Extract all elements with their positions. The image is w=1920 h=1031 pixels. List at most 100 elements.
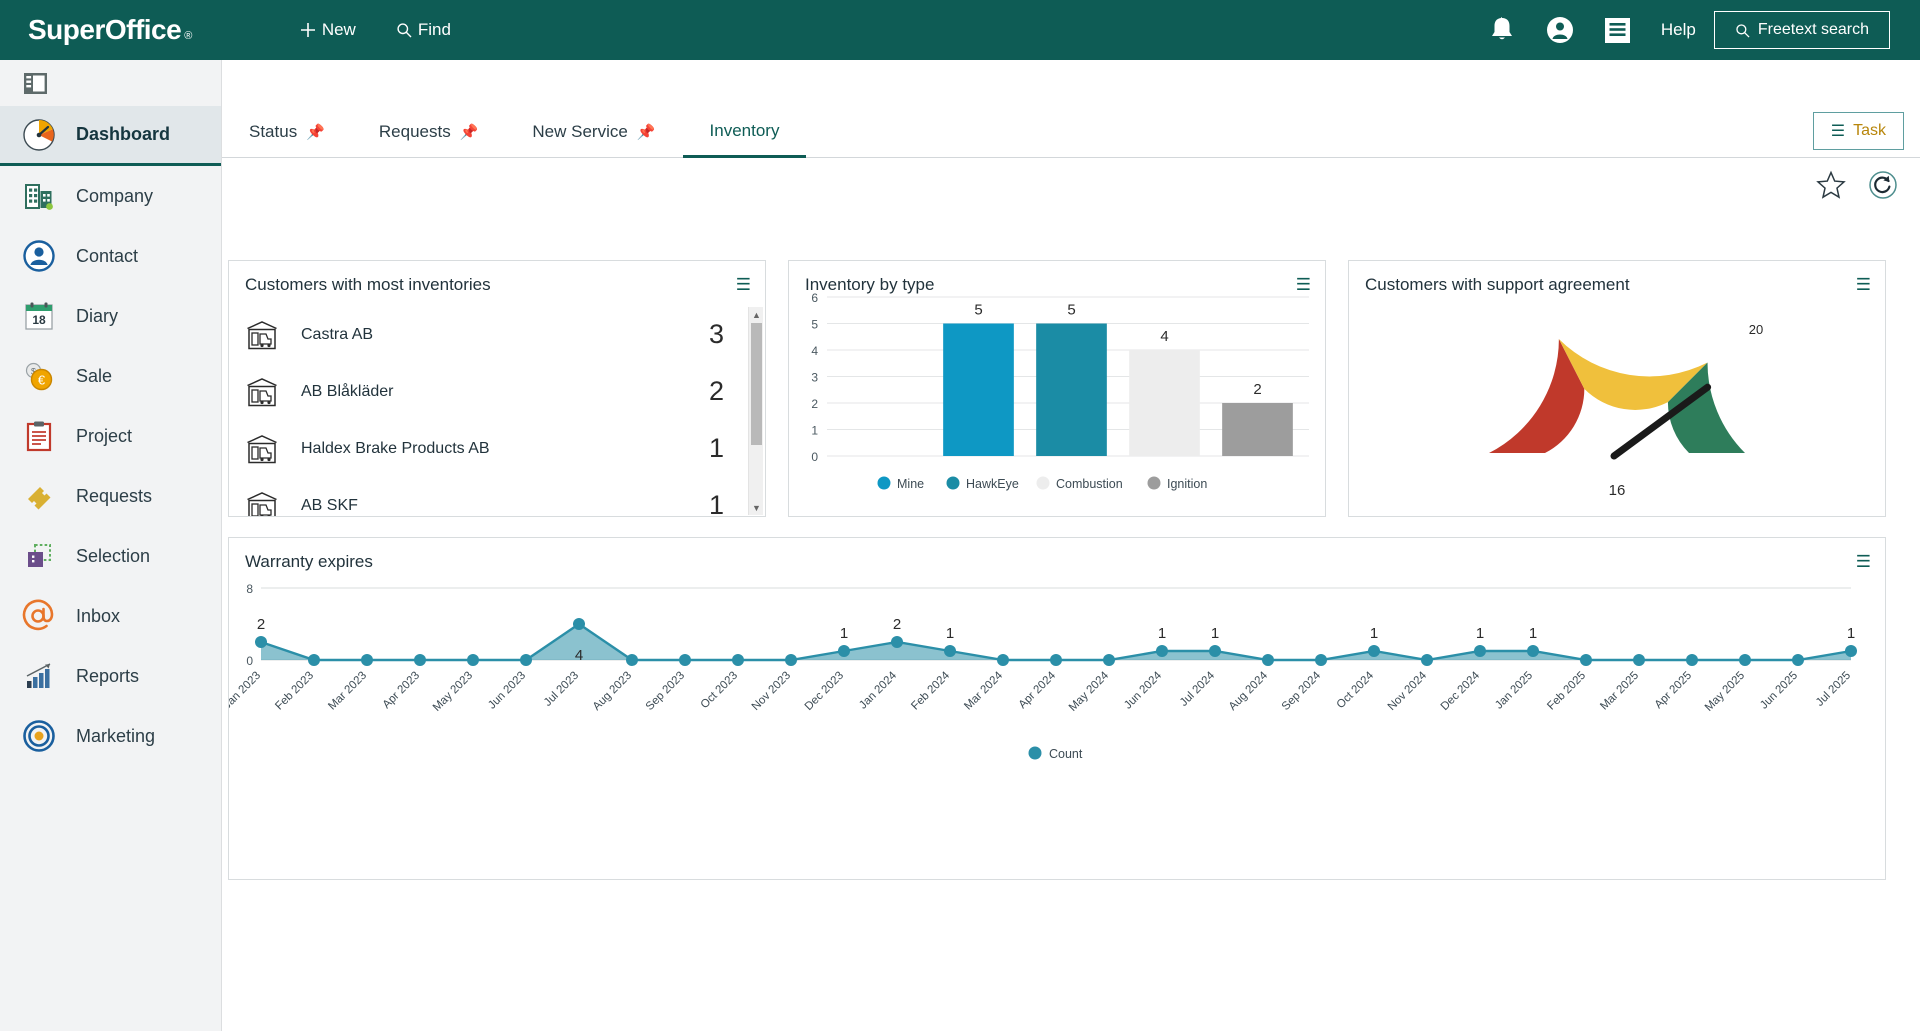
x-axis-tick-label: Nov 2023 [750,670,793,713]
data-label: 1 [1211,625,1219,642]
refresh-button[interactable] [1868,170,1898,200]
header-actions: Help Freetext search [1473,11,1920,49]
data-point [732,654,744,666]
sidebar-item-contact[interactable]: Contact [0,226,221,286]
data-label: 2 [257,616,265,633]
data-point [308,654,320,666]
calendar-icon: 18 [22,299,56,333]
list-item[interactable]: AB SKF 1 [230,477,766,516]
list-scrollbar[interactable]: ▲ ▼ [748,307,763,515]
task-button[interactable]: ☰ Task [1812,112,1904,150]
data-point [414,654,426,666]
list-item[interactable]: AB Blåkläder 2 [230,363,766,420]
warehouse-icon [245,433,279,465]
x-axis-tick-label: May 2024 [1067,669,1112,714]
notification-bell-icon [1491,17,1512,40]
svg-text:Mine: Mine [897,477,924,491]
svg-text:HawkEye: HawkEye [966,477,1019,491]
bar-hawkeye [1036,323,1107,456]
sidebar-item-label: Project [76,425,133,446]
sidebar-item-selection[interactable]: Selection [0,526,221,586]
data-label: 1 [946,625,954,642]
pin-icon[interactable]: 📌 [306,123,325,141]
find-button[interactable]: Find [396,20,451,40]
card-menu-icon[interactable]: ☰ [736,276,751,293]
x-axis-tick-label: Nov 2024 [1386,669,1430,713]
svg-text:5: 5 [1067,302,1075,319]
data-point [785,654,797,666]
favorite-button[interactable] [1816,170,1846,200]
scroll-up-arrow-icon[interactable]: ▲ [749,307,764,322]
tab-new-service[interactable]: New Service 📌 [505,106,682,158]
freetext-search-label: Freetext search [1757,21,1869,38]
notifications-button[interactable] [1473,16,1531,44]
main-menu-button[interactable] [1589,17,1647,44]
x-axis-tick-label: Apr 2023 [381,670,422,711]
freetext-search-button[interactable]: Freetext search [1713,11,1890,49]
legend-dot [1028,746,1042,760]
x-axis-tick-label: May 2023 [431,670,475,714]
customer-name: AB Blåkläder [301,382,394,400]
sidebar-item-dashboard[interactable]: Dashboard [0,106,221,166]
gauge-value-label: 16 [1609,482,1626,499]
sidebar-item-inbox[interactable]: Inbox [0,586,221,646]
data-point [1527,645,1539,657]
sidebar-item-marketing[interactable]: Marketing [0,706,221,766]
new-button[interactable]: New [300,20,356,40]
data-point [1050,654,1062,666]
customer-name: Castra AB [301,325,374,343]
tab-status[interactable]: Status 📌 [222,106,352,158]
target-icon [22,719,56,753]
sidebar-item-diary[interactable]: 18 Diary [0,286,221,346]
sidebar-item-project[interactable]: Project [0,406,221,466]
x-axis-tick-label: Jul 2025 [1814,670,1853,709]
bar-mine [943,323,1014,456]
data-point [679,654,691,666]
search-icon [1736,23,1750,38]
data-point [1315,654,1327,666]
superoffice-logo[interactable]: SuperOffice ® [28,14,192,46]
data-label: 1 [1529,625,1537,642]
data-point [1209,645,1221,657]
sidebar-item-label: Sale [76,365,113,386]
sidebar-collapse-button[interactable] [0,60,221,106]
tab-inventory[interactable]: Inventory [682,106,807,158]
x-axis-tick-label: Oct 2023 [699,670,740,711]
find-button-label: Find [417,20,451,39]
x-axis-tick-label: Jun 2024 [1122,669,1164,711]
tab-requests[interactable]: Requests 📌 [352,106,506,158]
card-customers-with-most-inventories: Customers with most inventories ☰ Castra… [228,260,766,517]
left-sidebar: Dashboard Company Contact 18 Diary $ € S… [0,60,222,1031]
sidebar-item-reports[interactable]: Reports [0,646,221,706]
list-item[interactable]: Haldex Brake Products AB 1 [230,420,766,477]
customers-list[interactable]: Castra AB 3 AB Blåkläder 2 Haldex Brake … [230,306,766,516]
list-item[interactable]: Castra AB 3 [230,306,766,363]
scrollbar-thumb[interactable] [751,323,762,445]
data-point [891,636,903,648]
sidebar-item-company[interactable]: Company [0,166,221,226]
x-axis-tick-label: Jun 2025 [1758,670,1800,712]
sidebar-item-label: Inbox [76,605,121,626]
data-point [1262,654,1274,666]
user-profile-icon [1546,17,1573,43]
data-point [1633,654,1645,666]
svg-text:Combustion: Combustion [1056,477,1123,491]
svg-text:0: 0 [811,450,818,464]
user-profile-button[interactable] [1531,16,1589,44]
search-icon [397,23,412,38]
help-link[interactable]: Help [1661,20,1696,40]
scroll-down-arrow-icon[interactable]: ▼ [749,500,764,515]
x-axis-tick-label: Jan 2024 [857,669,899,711]
sidebar-item-requests[interactable]: Requests [0,466,221,526]
svg-text:5: 5 [811,318,818,332]
x-axis-tick-label: Jul 2024 [1178,669,1218,709]
pin-icon[interactable]: 📌 [460,123,479,141]
warehouse-icon [245,376,279,408]
svg-text:4: 4 [1160,328,1168,345]
svg-text:1: 1 [811,424,818,438]
data-point [467,654,479,666]
sidebar-item-sale[interactable]: $ € Sale [0,346,221,406]
clipboard-icon [22,419,56,453]
pin-icon[interactable]: 📌 [637,123,656,141]
data-point [1421,654,1433,666]
